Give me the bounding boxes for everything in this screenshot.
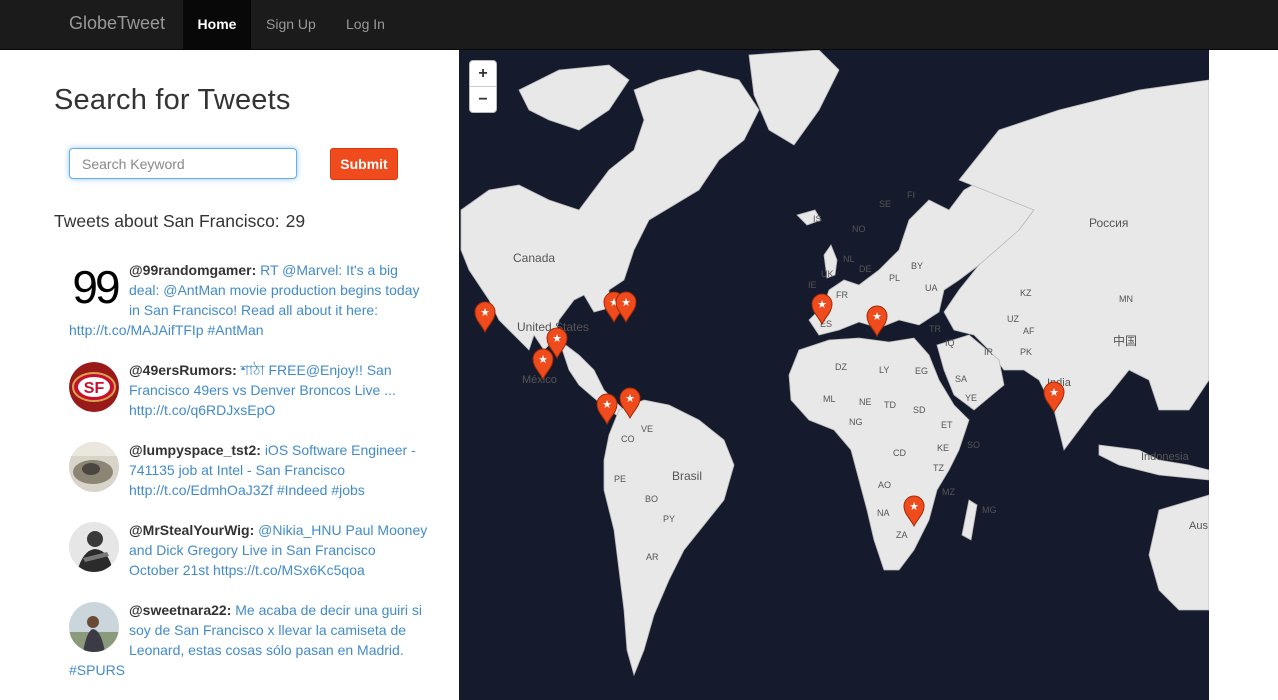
tweet-username[interactable]: @99randomgamer: [129, 262, 256, 278]
brand-logo[interactable]: GlobeTweet [69, 13, 165, 34]
tweet-item: @MrStealYourWig: @Nikia_HNU Paul Mooney … [69, 520, 434, 592]
map-label: DE [859, 264, 872, 274]
star-icon: ★ [538, 353, 548, 366]
map-label: UK [821, 269, 834, 279]
map-label: KE [937, 443, 949, 453]
map-label: MG [982, 505, 997, 515]
map-label: TD [884, 400, 896, 410]
map-label: Россия [1089, 216, 1128, 230]
map-label: BO [645, 494, 658, 504]
search-panel: Search for Tweets Submit Tweets about Sa… [0, 50, 459, 700]
map-label: VE [641, 424, 653, 434]
map-label: IR [984, 347, 994, 357]
star-icon: ★ [872, 310, 882, 323]
map-label: ZA [896, 530, 908, 540]
tweet-username[interactable]: @lumpyspace_tst2: [129, 442, 261, 458]
map-canvas[interactable]: Canada United States México Brasil Росси… [459, 50, 1209, 700]
tweet-item: SF @49ersRumors: শাঠা FREE@Enjoy!! San F… [69, 360, 434, 432]
tweet-text-continued[interactable]: #SPURS [69, 660, 125, 680]
zoom-out-button[interactable]: − [470, 87, 496, 112]
map-label: AO [878, 480, 891, 490]
map-label: IE [808, 280, 817, 290]
nav-sign-up[interactable]: Sign Up [266, 0, 316, 49]
map-label: CD [893, 448, 906, 458]
results-heading-label: Tweets about San Francisco: [54, 211, 280, 231]
map-label: SA [955, 374, 967, 384]
tweet-item: 99 @99randomgamer: RT @Marvel: It's a bi… [69, 260, 434, 338]
avatar-logo-text: SF [84, 380, 105, 397]
map-label: PL [889, 273, 900, 283]
map-label: Indonesia [1141, 451, 1190, 463]
map-label: IS [813, 214, 822, 224]
map-label: NA [877, 508, 890, 518]
map-label: FR [836, 290, 848, 300]
map-label: DZ [835, 362, 847, 372]
star-icon: ★ [817, 298, 827, 311]
map-label: MZ [942, 487, 955, 497]
map-label: México [522, 374, 557, 386]
map-label: AF [1023, 326, 1035, 336]
map-label: Aus [1189, 520, 1208, 532]
map-label: NL [843, 254, 855, 264]
navbar: GlobeTweet Home Sign Up Log In [0, 0, 1278, 50]
map-label: EG [915, 366, 928, 376]
map-label: UA [925, 283, 938, 293]
nav-home[interactable]: Home [183, 0, 251, 49]
page-title: Search for Tweets [54, 84, 291, 116]
map-label: KZ [1020, 288, 1032, 298]
avatar[interactable]: 99 [69, 262, 121, 312]
map-label: Canada [513, 251, 555, 265]
map-label: CO [621, 434, 635, 444]
avatar[interactable]: SF [69, 362, 119, 412]
map-label: SO [967, 440, 980, 450]
results-count: 29 [285, 211, 306, 231]
star-icon: ★ [552, 332, 562, 345]
right-margin [1209, 50, 1278, 700]
avatar[interactable] [69, 522, 119, 572]
map-label: NE [859, 397, 872, 407]
tweet-item: @lumpyspace_tst2: iOS Software Engineer … [69, 440, 434, 512]
star-icon: ★ [625, 392, 635, 405]
map-label: PY [663, 514, 675, 524]
map-label: NO [852, 224, 866, 234]
map-label: TR [929, 324, 941, 334]
map-label: BY [911, 261, 923, 271]
map-label: TZ [933, 463, 944, 473]
tweet-text-continued[interactable]: http://t.co/MAJAifTFIp #AntMan [69, 320, 264, 340]
tweet-item: @sweetnara22: Me acaba de decir una guir… [69, 600, 434, 678]
zoom-control: + − [469, 60, 497, 113]
map-label: YE [965, 393, 977, 403]
map-label: SE [879, 199, 891, 209]
map-label: MN [1119, 294, 1133, 304]
map-label: PE [614, 474, 626, 484]
star-icon: ★ [480, 306, 490, 319]
nav-log-in[interactable]: Log In [346, 0, 385, 49]
results-heading: Tweets about San Francisco: 29 [54, 211, 305, 232]
map-label: IQ [945, 338, 955, 348]
map-label: ML [823, 394, 836, 404]
map-label: SD [913, 405, 926, 415]
map-label: PK [1020, 347, 1032, 357]
star-icon: ★ [621, 296, 631, 309]
map-label: AR [646, 552, 659, 562]
star-icon: ★ [1049, 386, 1059, 399]
world-map[interactable]: Canada United States México Brasil Росси… [459, 50, 1209, 700]
map-label: FI [907, 190, 915, 200]
tweet-username[interactable]: @sweetnara22: [129, 602, 231, 618]
map-label: 中国 [1113, 333, 1137, 348]
map-label: NG [849, 417, 863, 427]
tweet-username[interactable]: @MrStealYourWig: [129, 522, 254, 538]
tweet-username[interactable]: @49ersRumors: [129, 362, 237, 378]
map-label: Brasil [672, 469, 702, 483]
star-icon: ★ [602, 398, 612, 411]
submit-button[interactable]: Submit [330, 148, 398, 180]
map-label: UZ [1007, 314, 1019, 324]
avatar[interactable] [69, 602, 119, 652]
zoom-in-button[interactable]: + [470, 61, 496, 87]
search-input[interactable] [69, 148, 297, 179]
avatar[interactable] [69, 442, 119, 492]
map-label: ET [941, 420, 953, 430]
star-icon: ★ [909, 500, 919, 513]
map-label: LY [879, 365, 889, 375]
